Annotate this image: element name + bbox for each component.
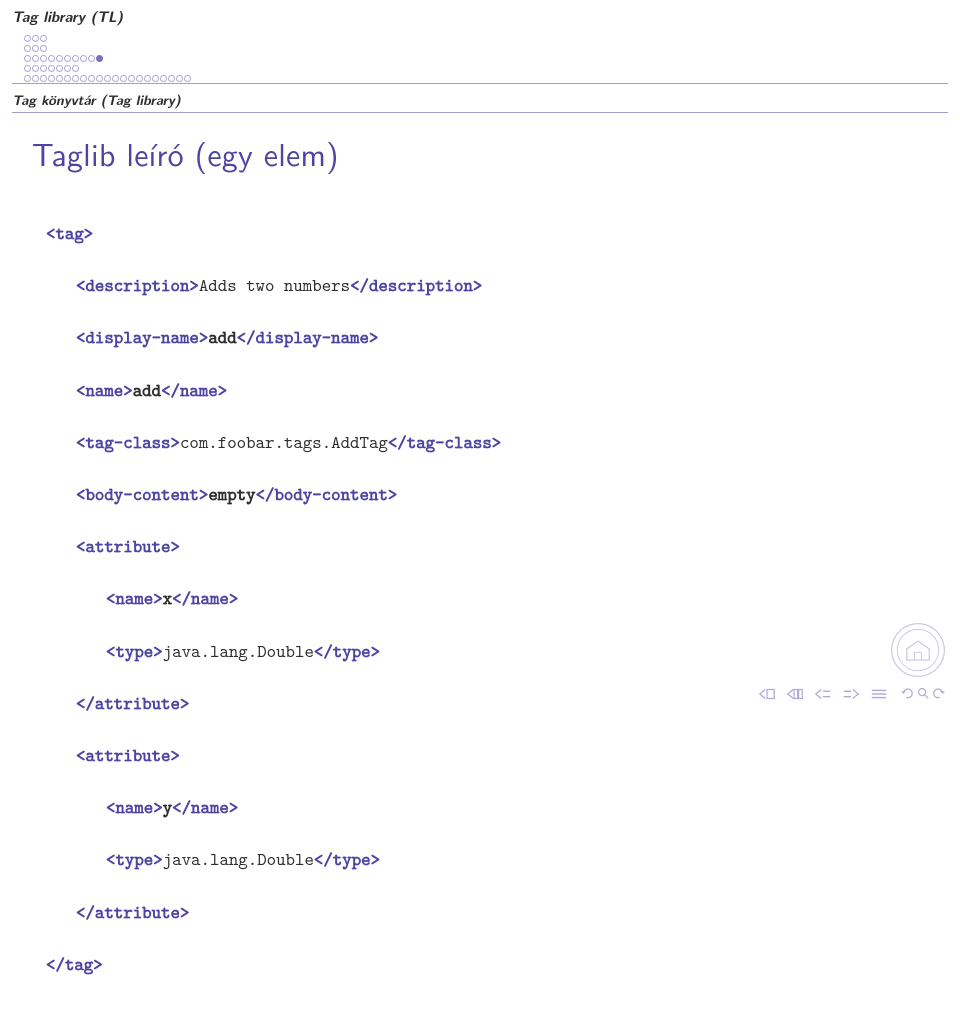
slide-header: Tag library (TL) bbox=[0, 0, 960, 81]
xml-text: add bbox=[133, 378, 161, 402]
xml-text: empty bbox=[208, 482, 255, 506]
xml-tag: <type> bbox=[106, 847, 163, 871]
code-listing: <tag> <description>Adds two numbers</des… bbox=[32, 194, 928, 1029]
xml-tag: </tag> bbox=[46, 952, 103, 976]
breadcrumb: Tag könyvtár (Tag library) bbox=[0, 86, 960, 112]
xml-tag: </display-name> bbox=[237, 325, 379, 349]
nav-prev-icon[interactable] bbox=[786, 682, 804, 705]
xml-tag: </type> bbox=[314, 639, 380, 663]
xml-tag: </body-content> bbox=[256, 482, 398, 506]
nav-redo-icon[interactable] bbox=[932, 682, 946, 705]
xml-text: add bbox=[208, 325, 236, 349]
xml-tag: <type> bbox=[106, 639, 163, 663]
breadcrumb-rule bbox=[12, 112, 948, 113]
xml-tag: <display-name> bbox=[76, 325, 208, 349]
xml-text: Adds two numbers bbox=[199, 273, 350, 297]
xml-tag: </type> bbox=[314, 847, 380, 871]
xml-tag: <tag-class> bbox=[76, 430, 180, 454]
xml-text: com.foobar.tags.AddTag bbox=[180, 430, 388, 454]
xml-tag: </description> bbox=[350, 273, 482, 297]
beamer-nav-footer bbox=[0, 678, 960, 708]
header-rule bbox=[12, 83, 948, 84]
slide-title: Taglib leíró (egy elem) bbox=[32, 129, 928, 176]
xml-tag: <attribute> bbox=[76, 743, 180, 767]
xml-tag: <name> bbox=[106, 586, 163, 610]
nav-first-icon[interactable] bbox=[758, 682, 776, 705]
progress-indicator bbox=[12, 31, 948, 81]
nav-undo-icon[interactable] bbox=[900, 682, 914, 705]
nav-menu-icon[interactable] bbox=[870, 682, 888, 705]
xml-tag: </name> bbox=[172, 795, 238, 819]
xml-text: java.lang.Double bbox=[163, 639, 314, 663]
xml-text: x bbox=[163, 586, 172, 610]
xml-tag: </name> bbox=[172, 586, 238, 610]
xml-tag: </attribute> bbox=[76, 900, 189, 924]
nav-back-icon[interactable] bbox=[814, 682, 832, 705]
xml-tag: </tag-class> bbox=[388, 430, 501, 454]
university-seal-icon bbox=[890, 622, 946, 678]
xml-tag: <name> bbox=[106, 795, 163, 819]
xml-text: y bbox=[163, 795, 172, 819]
xml-tag: <attribute> bbox=[76, 534, 180, 558]
xml-text: java.lang.Double bbox=[163, 847, 314, 871]
slide-body: Taglib leíró (egy elem) <tag> <descripti… bbox=[0, 115, 960, 1029]
xml-tag: <tag> bbox=[46, 221, 93, 245]
nav-forward-icon[interactable] bbox=[842, 682, 860, 705]
section-title: Tag library (TL) bbox=[12, 6, 948, 27]
xml-tag: <body-content> bbox=[76, 482, 208, 506]
nav-search-icon[interactable] bbox=[916, 682, 930, 705]
xml-tag: <description> bbox=[76, 273, 199, 297]
xml-tag: </name> bbox=[161, 378, 227, 402]
xml-tag: <name> bbox=[76, 378, 133, 402]
